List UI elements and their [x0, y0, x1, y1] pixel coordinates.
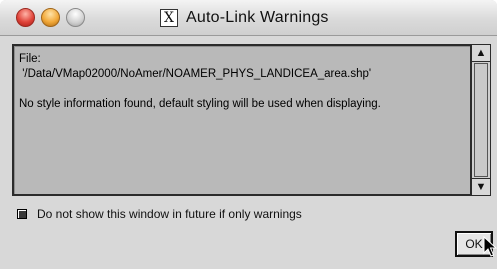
minimize-icon[interactable]	[41, 8, 60, 27]
no-show-option[interactable]: Do not show this window in future if onl…	[17, 207, 302, 221]
zoom-icon[interactable]	[66, 8, 85, 27]
close-icon[interactable]	[16, 8, 35, 27]
window-title: Auto-Link Warnings	[186, 9, 329, 26]
scroll-up-arrow-icon[interactable]: ▲	[472, 45, 490, 62]
message-line-warning: No style information found, default styl…	[19, 98, 381, 110]
no-show-checkbox[interactable]	[17, 209, 27, 219]
message-box[interactable]: File: '/Data/VMap02000/NoAmer/NOAMER_PHY…	[12, 44, 471, 196]
window-title-group: X Auto-Link Warnings	[160, 8, 329, 28]
scroll-down-arrow-icon[interactable]: ▼	[472, 178, 490, 195]
mouse-cursor-icon	[483, 236, 497, 257]
no-show-label[interactable]: Do not show this window in future if onl…	[37, 207, 302, 221]
message-line-blank	[19, 82, 466, 97]
message-line-file-label: File:	[19, 53, 41, 65]
title-bar[interactable]: X Auto-Link Warnings	[0, 0, 497, 36]
message-line-file-path: '/Data/VMap02000/NoAmer/NOAMER_PHYS_LAND…	[19, 68, 372, 80]
message-scrollbar[interactable]: ▲ ▼	[471, 44, 491, 196]
message-text: File: '/Data/VMap02000/NoAmer/NOAMER_PHY…	[19, 52, 466, 112]
scroll-track[interactable]	[474, 63, 488, 177]
auto-link-warnings-window: X Auto-Link Warnings File: '/Data/VMap02…	[0, 0, 497, 269]
x-window-icon: X	[160, 9, 178, 27]
